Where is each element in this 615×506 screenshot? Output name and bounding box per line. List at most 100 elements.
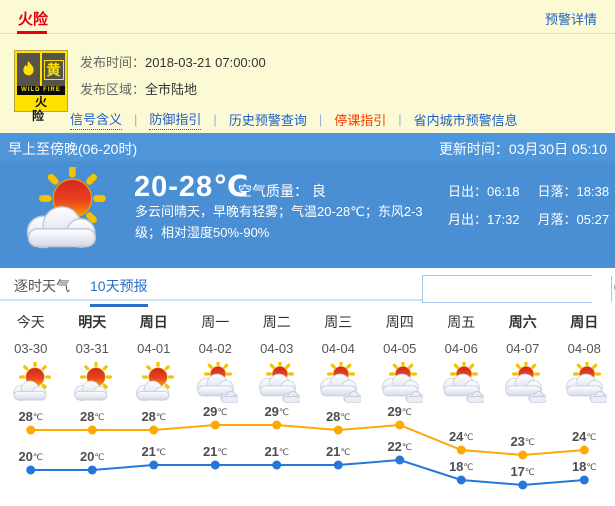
warning-details-link[interactable]: 预警详情 — [545, 9, 597, 28]
search-input[interactable] — [423, 276, 611, 302]
publish-time-label: 发布时间： — [80, 55, 145, 70]
day-name: 周五 — [431, 312, 493, 332]
cloudy-icon — [246, 362, 308, 409]
warning-links: 信号含义|防御指引|历史预警查询|停课指引|省内城市预警信息 — [70, 109, 518, 130]
wildfire-warning-badge: 黄 WILD FIRE 火 险 — [14, 50, 68, 112]
period-banner: 早上至傍晚(06-20时) 更新时间：03月30日 05:10 — [0, 133, 615, 161]
page-title: 火险 — [18, 8, 48, 29]
forecast-days-row: 今天03-30 明天03-31 周日04-01 — [0, 312, 615, 409]
period-title: 早上至傍晚(06-20时) — [8, 139, 137, 159]
forecast-day-04-05[interactable]: 周四04-05 — [369, 312, 431, 409]
flame-icon — [17, 53, 40, 86]
city-search-box — [422, 275, 592, 303]
day-date: 04-08 — [554, 341, 615, 356]
warning-section: 火险 预警详情 黄 WILD FIRE 火 险 发布时间：2018-03-21 … — [0, 0, 615, 133]
cloudy-icon — [431, 362, 493, 409]
forecast-day-04-06[interactable]: 周五 04-06 — [431, 312, 493, 409]
publish-time-row: 发布时间：2018-03-21 07:00:00 — [80, 52, 266, 71]
air-quality-label: 空气质量： — [238, 183, 308, 199]
forecast-day-04-01[interactable]: 周日04-01 — [123, 312, 185, 409]
link-separator: | — [213, 112, 216, 127]
publish-area-row: 发布区域：全市陆地 — [80, 79, 197, 98]
search-button[interactable] — [611, 276, 615, 302]
forecast-day-04-03[interactable]: 周二 04-03 — [246, 312, 308, 409]
forecast-tabs: 逐时天气 10天预报 — [0, 268, 615, 301]
svg-text:21℃: 21℃ — [141, 444, 166, 459]
partly-sunny-icon — [123, 362, 185, 409]
sun-moon-times: 日出：06:18日落：18:38月出：17:32月落：05:27 — [448, 181, 609, 228]
forecast-day-03-30[interactable]: 今天 03-30 — [0, 312, 62, 409]
day-name: 周一 — [185, 312, 247, 332]
day-date: 04-07 — [492, 341, 554, 356]
day-date: 04-05 — [369, 341, 431, 356]
day-date: 04-01 — [123, 341, 185, 356]
cloudy-icon — [369, 362, 431, 409]
warning-link-3[interactable]: 停课指引 — [334, 110, 386, 129]
day-name: 周二 — [246, 312, 308, 332]
publish-area-label: 发布区域： — [80, 82, 145, 97]
publish-time-value: 2018-03-21 07:00:00 — [145, 55, 266, 70]
warning-link-1[interactable]: 防御指引 — [149, 109, 201, 130]
svg-text:18℃: 18℃ — [449, 459, 474, 474]
svg-text:24℃: 24℃ — [449, 429, 474, 444]
forecast-day-04-04[interactable]: 周三 04-04 — [308, 312, 370, 409]
svg-text:20℃: 20℃ — [18, 449, 43, 464]
link-separator: | — [134, 112, 137, 127]
sun-moon-item-3: 月落：05:27 — [538, 209, 610, 228]
day-date: 04-02 — [185, 341, 247, 356]
svg-text:29℃: 29℃ — [203, 405, 228, 419]
warning-level-cell: 黄 — [42, 53, 65, 86]
day-date: 04-03 — [246, 341, 308, 356]
svg-text:21℃: 21℃ — [326, 444, 351, 459]
partly-sunny-icon — [62, 362, 124, 409]
day-name: 周三 — [308, 312, 370, 332]
forecast-day-04-02[interactable]: 周一 04-02 — [185, 312, 247, 409]
cloudy-icon — [554, 362, 615, 409]
partly-sunny-icon — [0, 362, 62, 409]
update-time: 更新时间：03月30日 05:10 — [439, 139, 607, 159]
warning-link-0[interactable]: 信号含义 — [70, 109, 122, 130]
svg-text:22℃: 22℃ — [387, 439, 412, 454]
partly-sunny-icon — [16, 167, 112, 260]
weather-warning-page: 火险 预警详情 黄 WILD FIRE 火 险 发布时间：2018-03-21 … — [0, 0, 615, 501]
forecast-section: 逐时天气 10天预报 今天 03-30 明天 03-31 — [0, 268, 615, 501]
svg-text:23℃: 23℃ — [510, 434, 535, 449]
svg-text:28℃: 28℃ — [80, 409, 105, 424]
link-separator: | — [398, 112, 401, 127]
warning-link-2[interactable]: 历史预警查询 — [229, 110, 307, 129]
header-bar: 火险 预警详情 — [0, 0, 615, 34]
air-quality: 空气质量： 良 — [238, 181, 326, 201]
svg-text:24℃: 24℃ — [572, 429, 597, 444]
temp-range: 20-28℃ — [134, 169, 249, 204]
warning-link-4[interactable]: 省内城市预警信息 — [414, 110, 518, 129]
current-weather-panel: 早上至傍晚(06-20时) 更新时间：03月30日 05:10 20-28℃ 空… — [0, 133, 615, 268]
day-date: 04-04 — [308, 341, 370, 356]
day-date: 03-30 — [0, 341, 62, 356]
forecast-day-04-08[interactable]: 周日 04-08 — [554, 312, 615, 409]
air-quality-value: 良 — [312, 183, 326, 199]
day-name: 明天 — [62, 312, 124, 332]
day-date: 03-31 — [62, 341, 124, 356]
svg-text:28℃: 28℃ — [18, 409, 43, 424]
tab-ten-day-forecast[interactable]: 10天预报 — [90, 276, 148, 307]
temperature-chart: 28℃28℃28℃29℃29℃28℃29℃24℃23℃24℃20℃20℃21℃2… — [0, 405, 615, 501]
sun-moon-item-0: 日出：06:18 — [448, 181, 520, 200]
sun-moon-item-1: 日落：18:38 — [538, 181, 610, 200]
cloudy-icon — [185, 362, 247, 409]
forecast-day-04-07[interactable]: 周六 04-07 — [492, 312, 554, 409]
svg-text:18℃: 18℃ — [572, 459, 597, 474]
day-date: 04-06 — [431, 341, 493, 356]
svg-text:17℃: 17℃ — [510, 464, 535, 479]
day-name: 今天 — [0, 312, 62, 332]
day-name: 周六 — [492, 312, 554, 332]
cloudy-icon — [308, 362, 370, 409]
badge-type-en: WILD FIRE — [17, 86, 65, 95]
warning-level-char: 黄 — [44, 60, 64, 80]
day-name: 周日 — [554, 312, 615, 332]
tab-hourly-weather[interactable]: 逐时天气 — [14, 276, 70, 304]
publish-area-value: 全市陆地 — [145, 82, 197, 97]
badge-type-cn: 火 险 — [17, 95, 65, 109]
forecast-day-03-31[interactable]: 明天 03-31 — [62, 312, 124, 409]
svg-text:29℃: 29℃ — [264, 405, 289, 419]
svg-text:21℃: 21℃ — [203, 444, 228, 459]
